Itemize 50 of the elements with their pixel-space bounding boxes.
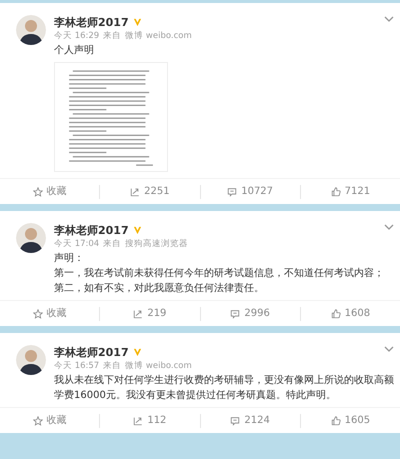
- like-button[interactable]: 7121: [300, 184, 400, 199]
- favorite-button[interactable]: 收藏: [0, 413, 100, 428]
- author-name[interactable]: 李林老师2017: [54, 223, 129, 238]
- comment-button[interactable]: 10727: [200, 184, 300, 199]
- thumbs-up-icon: [330, 416, 341, 426]
- like-button[interactable]: 1608: [300, 306, 400, 321]
- chevron-down-icon[interactable]: [384, 345, 394, 353]
- author-name[interactable]: 李林老师2017: [54, 345, 129, 360]
- star-icon: [32, 186, 43, 196]
- repost-button[interactable]: 112: [100, 413, 200, 428]
- chevron-down-icon[interactable]: [384, 223, 394, 231]
- avatar[interactable]: [16, 15, 46, 45]
- post-time: 今天 17:04: [54, 238, 100, 251]
- thumbs-up-icon: [330, 308, 341, 318]
- post-time: 今天 16:29: [54, 30, 100, 43]
- share-icon: [133, 416, 144, 426]
- favorite-button[interactable]: 收藏: [0, 306, 100, 321]
- share-icon: [133, 308, 144, 318]
- post-text: 声明：: [54, 252, 85, 266]
- favorite-button[interactable]: 收藏: [0, 184, 100, 199]
- post-text: 第二，如有不实，对此我愿意负任何法律责任。: [54, 282, 265, 296]
- verified-icon: [132, 348, 142, 357]
- post-source[interactable]: 搜狗高速浏览器: [125, 238, 188, 251]
- post-time: 今天 16:57: [54, 360, 100, 373]
- post-source[interactable]: 微博 weibo.com: [125, 360, 192, 373]
- verified-icon: [132, 18, 142, 27]
- avatar[interactable]: [16, 345, 46, 375]
- repost-button[interactable]: 2251: [100, 184, 200, 199]
- comment-icon: [230, 416, 240, 426]
- repost-button[interactable]: 219: [100, 306, 200, 321]
- post-source[interactable]: 微博 weibo.com: [125, 30, 192, 43]
- source-label: 来自: [103, 30, 122, 43]
- comment-button[interactable]: 2996: [200, 306, 300, 321]
- star-icon: [32, 416, 43, 426]
- post-text: 我从未在线下对任何学生进行收费的考研辅导，更没有像网上所说的收取高额学费16000元。我没有更未曾提供过任何考研真题。特此声明。: [54, 374, 394, 403]
- like-button[interactable]: 1605: [300, 413, 400, 428]
- post-text: 第一，我在考试前未获得任何今年的研考试题信息，不知道任何考试内容；: [54, 266, 385, 281]
- share-icon: [130, 186, 140, 196]
- verified-icon: [132, 226, 142, 235]
- comment-icon: [227, 186, 238, 196]
- comment-button[interactable]: 2124: [200, 413, 300, 428]
- source-label: 来自: [103, 238, 122, 251]
- avatar[interactable]: [16, 223, 46, 253]
- post-text: 个人声明: [54, 44, 95, 58]
- thumbs-up-icon: [330, 186, 341, 196]
- star-icon: [32, 308, 43, 318]
- chevron-down-icon[interactable]: [384, 15, 394, 23]
- source-label: 来自: [103, 360, 122, 373]
- author-name[interactable]: 李林老师2017: [54, 15, 129, 30]
- comment-icon: [230, 308, 240, 318]
